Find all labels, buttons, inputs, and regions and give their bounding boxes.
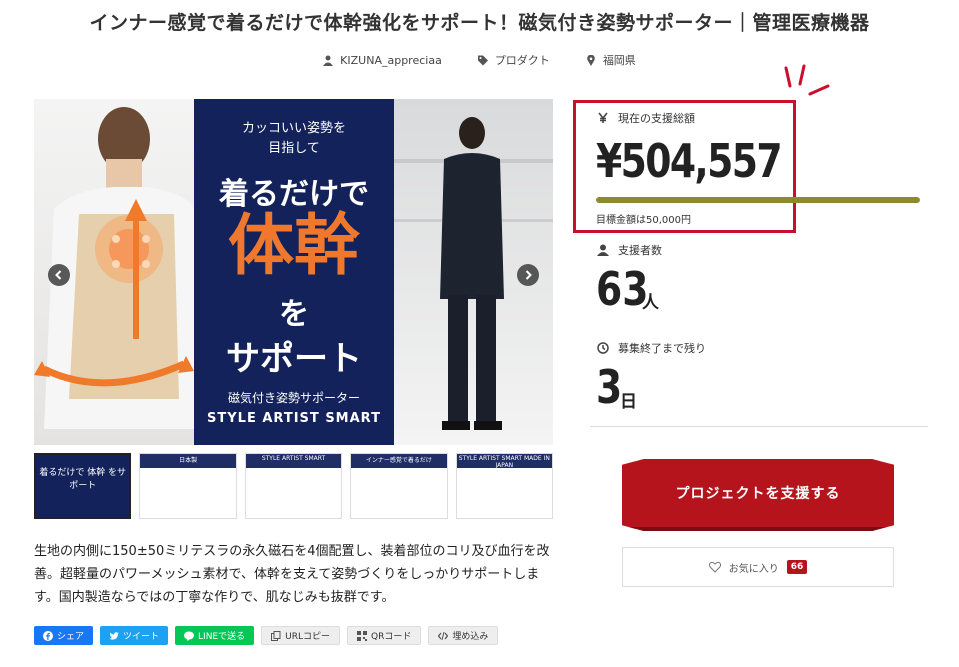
- yen-icon: [598, 112, 608, 123]
- funding-progress-fill: [596, 197, 920, 203]
- favorite-label: お気に入り: [728, 563, 779, 575]
- thumbnail-3-text: STYLE ARTIST SMART: [261, 455, 326, 462]
- thumbnail-5[interactable]: STYLE ARTIST SMART MADE IN JAPAN: [455, 453, 553, 519]
- chevron-left-icon: [55, 270, 62, 280]
- twitter-share-label: ツイート: [123, 632, 160, 642]
- embed-label: 埋め込み: [452, 632, 489, 642]
- thumbnail-strip: 着るだけで 体幹 をサポート 日本製 STYLE ARTIST SMART イン…: [34, 453, 553, 519]
- slider-next-button[interactable]: [517, 264, 539, 286]
- qr-code-icon: [356, 630, 367, 641]
- chevron-right-icon: [525, 270, 532, 280]
- share-bar: シェア ツイート LINEで送る URLコピー QRコード 埋め込み: [34, 626, 499, 645]
- slide-promo-panel: カッコいい姿勢を 目指して 着るだけで 体幹 を サポート 磁気付き姿勢サポータ…: [194, 99, 394, 445]
- funding-progress-bar: [596, 197, 920, 203]
- line-share-label: LINEで送る: [198, 632, 246, 642]
- promo-sub-line2: 目指して: [268, 141, 320, 156]
- project-description: 生地の内側に150±50ミリテスラの永久磁石を4個配置し、装着部位のコリ及び血行…: [34, 544, 550, 605]
- remaining-label-row: 募集終了まで残り: [597, 340, 706, 356]
- facebook-share-button[interactable]: シェア: [34, 626, 94, 645]
- embed-button[interactable]: 埋め込み: [428, 626, 499, 645]
- backers-count: 63: [596, 262, 649, 316]
- qr-code-button[interactable]: QRコード: [346, 626, 422, 645]
- map-pin-icon: [587, 54, 595, 66]
- url-copy-button[interactable]: URLコピー: [261, 626, 340, 645]
- thumbnail-2[interactable]: 日本製: [139, 453, 237, 519]
- image-slider: カッコいい姿勢を 目指して 着るだけで 体幹 を サポート 磁気付き姿勢サポータ…: [34, 99, 553, 445]
- remaining-unit: 日: [620, 392, 637, 412]
- thumbnail-5-text: STYLE ARTIST SMART MADE IN JAPAN: [458, 455, 550, 469]
- favorite-button[interactable]: お気に入り 66: [622, 547, 894, 587]
- heart-icon: [708, 561, 721, 573]
- stats-divider: [590, 426, 928, 427]
- promo-core-text: 体幹: [228, 207, 360, 284]
- facebook-icon: [43, 630, 53, 641]
- line-icon: [184, 631, 195, 641]
- promo-sub-line1: カッコいい姿勢を: [241, 121, 346, 136]
- promo-particle: を: [279, 297, 309, 332]
- thumbnail-2-text: 日本製: [179, 457, 198, 464]
- twitter-share-button[interactable]: ツイート: [100, 626, 169, 645]
- backers-unit: 人: [642, 293, 659, 313]
- thumbnail-4[interactable]: インナー感覚で着るだけ: [350, 453, 448, 519]
- back-project-button[interactable]: プロジェクトを支援する: [622, 459, 894, 531]
- page-title: インナー感覚で着るだけで体幹強化をサポート！磁気付き姿勢サポーター｜管理医療機器: [89, 12, 870, 34]
- twitter-icon: [109, 631, 120, 640]
- qr-code-label: QRコード: [370, 632, 412, 642]
- favorite-count-badge: 66: [786, 560, 808, 574]
- total-label: 現在の支援総額: [618, 112, 695, 125]
- promo-product-en: STYLE ARTIST SMART: [207, 411, 381, 426]
- copy-icon: [271, 630, 281, 641]
- location-name: 福岡県: [602, 54, 636, 67]
- thumbnail-3[interactable]: STYLE ARTIST SMART: [244, 453, 343, 519]
- clock-icon: [597, 342, 609, 354]
- user-icon: [597, 244, 609, 256]
- facebook-share-label: シェア: [57, 632, 85, 642]
- owner-link[interactable]: KIZUNA_appreciaa: [323, 52, 442, 68]
- category-name: プロダクト: [494, 54, 550, 67]
- goal-amount: 目標金額は50,000円: [596, 215, 691, 226]
- location-link[interactable]: 福岡県: [586, 52, 636, 68]
- slider-prev-button[interactable]: [48, 264, 70, 286]
- total-label-row: 現在の支援総額: [597, 110, 695, 126]
- thumbnail-1-text: 着るだけで 体幹 をサポート: [39, 468, 127, 491]
- total-amount: ¥504,557: [596, 134, 783, 188]
- line-share-button[interactable]: LINEで送る: [175, 626, 255, 645]
- url-copy-label: URLコピー: [285, 632, 330, 642]
- remaining-label: 募集終了まで残り: [618, 342, 706, 355]
- category-link[interactable]: プロダクト: [477, 52, 550, 68]
- remaining-count: 3: [596, 360, 623, 414]
- tag-icon: [477, 55, 488, 65]
- backers-label-row: 支援者数: [597, 242, 662, 258]
- user-icon: [323, 55, 334, 66]
- promo-product-jp: 磁気付き姿勢サポーター: [227, 391, 360, 405]
- code-icon: [438, 631, 449, 640]
- thumbnail-4-text: インナー感覚で着るだけ: [365, 457, 432, 464]
- backers-label: 支援者数: [618, 244, 662, 257]
- owner-name: KIZUNA_appreciaa: [340, 53, 442, 67]
- thumbnail-1[interactable]: 着るだけで 体幹 をサポート: [34, 453, 132, 519]
- highlight-burst-decoration: [784, 64, 830, 96]
- promo-support-text: サポート: [226, 339, 362, 379]
